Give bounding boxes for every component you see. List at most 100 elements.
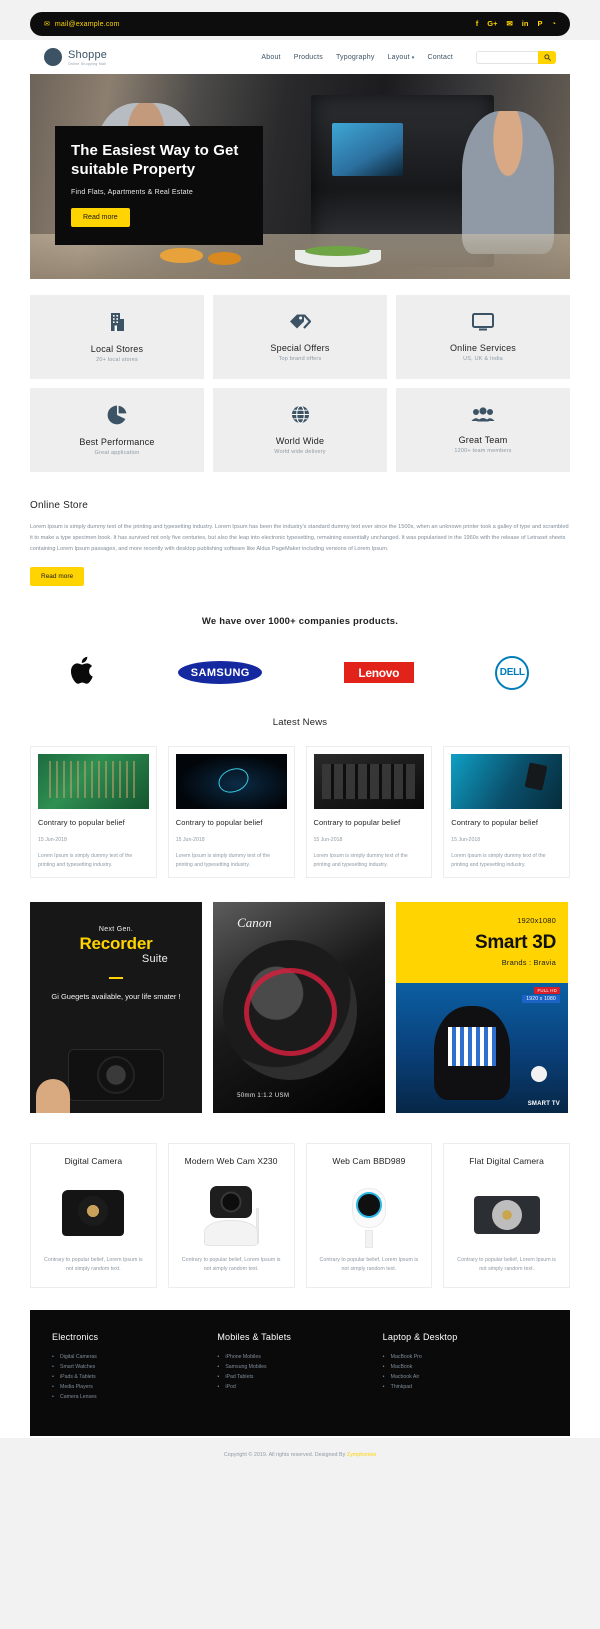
search-input[interactable] — [476, 50, 538, 64]
news-excerpt: Lorem Ipsum is simply dummy text of the … — [313, 852, 408, 868]
chevron-down-icon: ▾ — [411, 54, 415, 61]
promo-recorder-suite[interactable]: Next Gen. Recorder Suite Gi Guegets avai… — [30, 902, 202, 1114]
footer-link[interactable]: Thinkpad — [383, 1382, 548, 1392]
footer-link[interactable]: Media Players — [52, 1382, 217, 1392]
rss-icon[interactable]: ◔ — [551, 20, 556, 28]
nav-item-contact[interactable]: Contact — [427, 54, 453, 61]
copyright-bar: Copyright © 2019. All rights reserved. D… — [0, 1438, 600, 1475]
footer-link[interactable]: Samsung Mobiles — [217, 1362, 382, 1372]
building-icon — [108, 312, 126, 336]
hero-content-card: The Easiest Way to Get suitable Property… — [55, 126, 263, 245]
dell-logo: DELL — [495, 655, 530, 690]
footer-link-list: iPhone Mobiles Samsung Mobiles iPad Tabl… — [217, 1352, 382, 1393]
product-card-web-cam-bbd989[interactable]: Web Cam BBD989 Contrary to popular belie… — [305, 1143, 433, 1288]
twitter-icon[interactable]: ✉ — [506, 20, 512, 28]
feature-row-2: Best Performance Great application World… — [30, 388, 570, 472]
footer-link-list: MacBook Pro MacBook Macbook Air Thinkpad — [383, 1352, 548, 1393]
product-image-webcam-bbd989 — [316, 1184, 423, 1248]
contact-email[interactable]: ✉ mail@example.com — [44, 21, 120, 28]
hero-read-more-button[interactable]: Read more — [71, 207, 130, 227]
feature-title: World Wide — [275, 436, 325, 446]
footer-link[interactable]: iPod — [217, 1382, 382, 1392]
footer-link[interactable]: MacBook Pro — [383, 1352, 548, 1362]
ball-illustration — [531, 1065, 548, 1082]
news-card[interactable]: Contrary to popular belief 15 Jun-2018 L… — [305, 745, 433, 879]
product-card-digital-camera[interactable]: Digital Camera Contrary to popular belie… — [30, 1143, 157, 1288]
logo-mark-icon — [44, 48, 62, 66]
news-title: Contrary to popular belief — [313, 817, 401, 827]
site-footer: Electronics Digital Cameras Smart Watche… — [30, 1309, 570, 1437]
hero-banner: The Easiest Way to Get suitable Property… — [30, 74, 570, 279]
promo-canon-lens[interactable]: Canon 50mm 1:1.2 USM — [213, 902, 385, 1114]
news-card[interactable]: Contrary to popular belief 15 Jun-2018 L… — [443, 745, 570, 879]
nav-item-about[interactable]: About — [261, 54, 280, 61]
footer-link[interactable]: MacBook — [383, 1362, 548, 1372]
online-store-section: Online Store Lorem Ipsum is simply dummy… — [30, 482, 570, 598]
feature-grid: Local Stores 20+ local stores Special Of… — [30, 279, 570, 482]
store-read-more-button[interactable]: Read more — [30, 566, 85, 586]
latest-news-section: Latest News Contrary to popular belief 1… — [30, 709, 570, 893]
brands-section: We have over 1000+ companies products. S… — [30, 598, 570, 709]
feature-title: Local Stores — [90, 343, 144, 354]
tv-screen-illustration: FULL HD 1920 x 1080 SMART TV — [396, 982, 568, 1114]
feature-card-great-team[interactable]: Great Team 1200+ team members — [396, 388, 570, 472]
samsung-logo: SAMSUNG — [178, 661, 263, 685]
hero-decor-fruit — [159, 248, 203, 263]
lens-spec-text: 50mm 1:1.2 USM — [237, 1092, 290, 1099]
product-card-flat-digital-camera[interactable]: Flat Digital Camera Contrary to popular … — [443, 1143, 570, 1288]
news-title: Contrary to popular belief — [451, 817, 539, 827]
feature-card-local-stores[interactable]: Local Stores 20+ local stores — [30, 295, 204, 379]
search-icon — [543, 53, 551, 61]
brand-logo[interactable]: Shoppe Online Shopping Mall — [44, 48, 107, 66]
hero-subtitle: Find Flats, Apartments & Real Estate — [71, 188, 193, 196]
linkedin-icon[interactable]: in — [522, 20, 529, 28]
product-title: Modern Web Cam X230 — [184, 1156, 278, 1167]
envelope-icon: ✉ — [44, 20, 50, 28]
jersey-illustration — [447, 1027, 496, 1067]
news-date: 15 Jun-2018 — [313, 836, 343, 843]
feature-card-special-offers[interactable]: Special Offers Top brand offers — [213, 295, 387, 379]
feature-card-world-wide[interactable]: World Wide World wide delivery — [213, 388, 387, 472]
nav-item-typography[interactable]: Typography — [336, 54, 375, 61]
promo-kicker: Next Gen. — [98, 926, 134, 934]
pinterest-icon[interactable]: P — [537, 20, 542, 28]
main-nav: About Products Typography Layout ▾ Contac… — [261, 50, 556, 64]
smart-tv-badge: SMART TV — [527, 1101, 560, 1108]
product-card-modern-web-cam[interactable]: Modern Web Cam X230 Contrary to popular … — [167, 1143, 295, 1288]
feature-card-online-services[interactable]: Online Services US, UK & India — [396, 295, 570, 379]
footer-link[interactable]: Macbook Air — [383, 1372, 548, 1382]
feature-subtitle: Great application — [94, 449, 140, 456]
news-thumbnail-neon — [175, 753, 287, 809]
news-card[interactable]: Contrary to popular belief 15 Jun-2018 L… — [167, 745, 295, 879]
promo-smart-3d-tv[interactable]: 1920x1080 Smart 3D Brands : Bravia FULL … — [396, 902, 568, 1114]
footer-column-electronics: Electronics Digital Cameras Smart Watche… — [52, 1332, 217, 1403]
news-excerpt: Lorem Ipsum is simply dummy text of the … — [175, 852, 271, 868]
feature-card-best-performance[interactable]: Best Performance Great application — [30, 388, 204, 472]
users-icon — [471, 406, 495, 427]
nav-item-products[interactable]: Products — [294, 54, 323, 61]
full-hd-badge: FULL HD — [534, 986, 560, 994]
news-card-list: Contrary to popular belief 15 Jun-2018 L… — [30, 745, 570, 879]
pie-chart-icon — [107, 405, 127, 429]
footer-link[interactable]: iPads & Tablets — [52, 1372, 217, 1382]
facebook-icon[interactable]: f — [476, 20, 479, 28]
promo-camera-illustration — [68, 1049, 164, 1102]
footer-link[interactable]: Camera Lenses — [52, 1392, 217, 1402]
search-button[interactable] — [538, 50, 556, 64]
lenovo-logo: Lenovo — [343, 662, 414, 684]
brand-logo-row: SAMSUNG Lenovo DELL — [30, 653, 570, 693]
designer-link[interactable]: Zymphonies — [347, 1452, 376, 1458]
apple-logo — [70, 655, 97, 691]
footer-link[interactable]: Smart Watches — [52, 1362, 217, 1372]
google-plus-icon[interactable]: G+ — [487, 20, 497, 28]
promo-subtitle: Suite — [141, 953, 168, 966]
product-description: Contrary to popular belief, Lorem Ipsum … — [181, 1256, 281, 1273]
promo-title: Smart 3D — [474, 932, 556, 954]
footer-link[interactable]: iPad Tablets — [217, 1372, 382, 1382]
nav-item-layout[interactable]: Layout ▾ — [388, 54, 415, 61]
footer-link[interactable]: Digital Cameras — [52, 1352, 217, 1362]
feature-title: Online Services — [449, 342, 517, 353]
news-card[interactable]: Contrary to popular belief 15 Jun-2018 L… — [30, 745, 157, 879]
brands-heading: We have over 1000+ companies products. — [201, 615, 399, 627]
footer-link[interactable]: iPhone Mobiles — [217, 1352, 382, 1362]
